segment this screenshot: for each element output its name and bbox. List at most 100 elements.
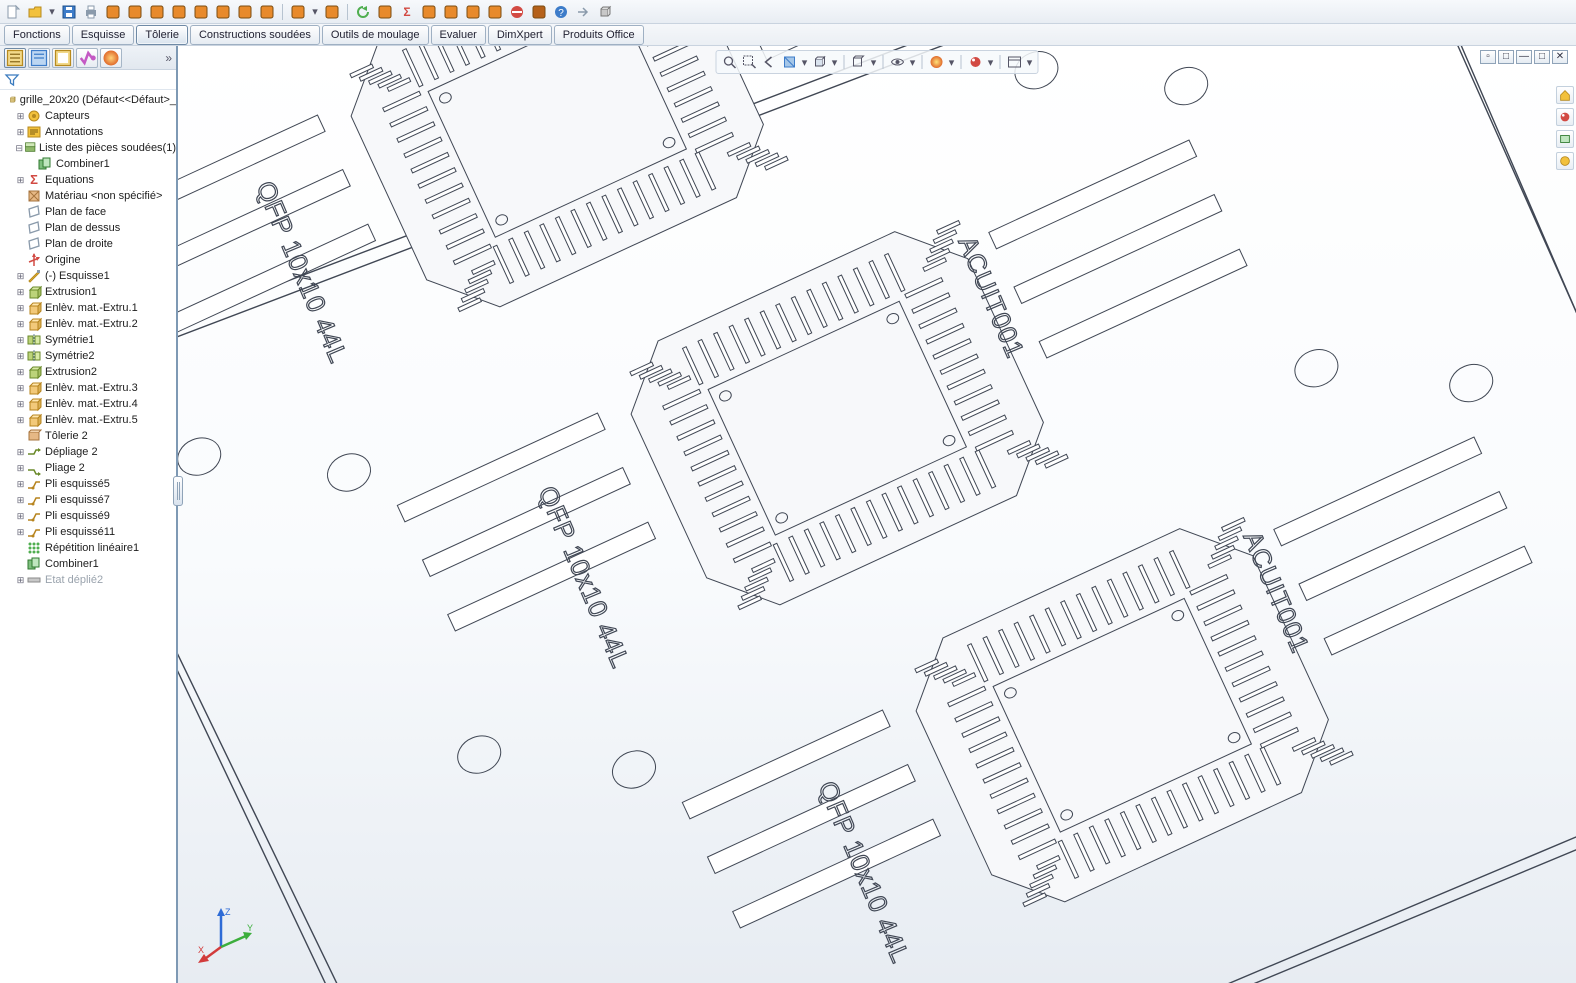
options-button[interactable] — [289, 3, 307, 21]
tree-toggle[interactable]: ⊞ — [15, 464, 26, 473]
prev-view-button[interactable] — [761, 53, 779, 71]
appearance-lib-taskpane-button[interactable] — [1556, 108, 1574, 126]
tree-item[interactable]: Plan de dessus — [11, 220, 176, 236]
scene-dropdown[interactable]: ▾ — [948, 56, 956, 69]
tab-constructions[interactable]: Constructions soudées — [190, 25, 320, 45]
tree-toggle[interactable]: ⊞ — [15, 416, 26, 425]
save-button[interactable] — [60, 3, 78, 21]
hide-show-dropdown[interactable]: ▾ — [909, 56, 917, 69]
scene-lib-taskpane-button[interactable] — [1556, 152, 1574, 170]
tree-item[interactable]: ⊞Enlèv. mat.-Extru.2 — [11, 316, 176, 332]
graphics-viewport[interactable]: ▾▾▾▾▾▾▾ ▫□—□✕ QFP 10x10 44L QFP 10x10 44… — [178, 46, 1576, 983]
arrow-button[interactable] — [574, 3, 592, 21]
tree-item[interactable]: ⊟Liste des pièces soudées(1) — [11, 140, 176, 156]
tree-item[interactable]: ⊞Annotations — [11, 124, 176, 140]
tree-item[interactable]: ⊞Pliage 2 — [11, 460, 176, 476]
tree-toggle[interactable]: ⊞ — [15, 384, 26, 393]
tree-toggle[interactable]: ⊞ — [15, 448, 26, 457]
panel-tab-property-mgr[interactable] — [28, 48, 50, 68]
tree-toggle[interactable]: ⊟ — [15, 144, 24, 153]
tab-dimxpert[interactable]: DimXpert — [488, 25, 552, 45]
cube0-button[interactable] — [596, 3, 614, 21]
tree-item[interactable]: Répétition linéaire1 — [11, 540, 176, 556]
open-doc-button[interactable] — [26, 3, 44, 21]
tree-toggle[interactable]: ⊞ — [15, 288, 26, 297]
tree-toggle[interactable]: ⊞ — [15, 576, 26, 585]
feature-tree[interactable]: grille_20x20 (Défaut<<Défaut>_⊞Capteurs⊞… — [0, 90, 176, 983]
tree-toggle[interactable]: ⊞ — [15, 128, 26, 137]
app-max-button[interactable]: □ — [1534, 50, 1550, 64]
splitter-handle[interactable] — [173, 476, 183, 506]
fillet-button[interactable] — [214, 3, 232, 21]
sketch-button[interactable] — [104, 3, 122, 21]
revolve-button[interactable] — [148, 3, 166, 21]
mass-button[interactable] — [442, 3, 460, 21]
tab-esquisse[interactable]: Esquisse — [72, 25, 135, 45]
appearance-button[interactable] — [967, 53, 985, 71]
tree-item[interactable]: Plan de face — [11, 204, 176, 220]
macro-button[interactable] — [323, 3, 341, 21]
tab-office[interactable]: Produits Office — [554, 25, 644, 45]
section-view-dropdown[interactable]: ▾ — [801, 56, 809, 69]
tree-item[interactable]: ⊞ΣEquations — [11, 172, 176, 188]
tree-item[interactable]: ⊞Enlèv. mat.-Extru.5 — [11, 412, 176, 428]
section-button[interactable] — [464, 3, 482, 21]
options-dropdown[interactable]: ▾ — [311, 5, 319, 18]
tree-toggle[interactable]: ⊞ — [15, 336, 26, 345]
zoom-area-button[interactable] — [741, 53, 759, 71]
tree-toggle[interactable]: ⊞ — [15, 272, 26, 281]
interference-button[interactable] — [486, 3, 504, 21]
tree-item[interactable]: ⊞Symétrie1 — [11, 332, 176, 348]
tab-tolerie[interactable]: Tôlerie — [136, 25, 188, 45]
new-doc-button[interactable] — [4, 3, 22, 21]
tree-item[interactable]: ⊞Extrusion2 — [11, 364, 176, 380]
tree-item[interactable]: ⊞(-) Esquisse1 — [11, 268, 176, 284]
tree-item[interactable]: Tôlerie 2 — [11, 428, 176, 444]
measure-button[interactable] — [420, 3, 438, 21]
tree-item[interactable]: Origine — [11, 252, 176, 268]
scene-button[interactable] — [928, 53, 946, 71]
loft-button[interactable] — [170, 3, 188, 21]
appearance-dropdown[interactable]: ▾ — [987, 56, 995, 69]
tree-item[interactable]: ⊞Pli esquissé11 — [11, 524, 176, 540]
app-min-button[interactable]: — — [1516, 50, 1532, 64]
panel-tab-config-mgr[interactable] — [52, 48, 74, 68]
tree-item[interactable]: ⊞Dépliage 2 — [11, 444, 176, 460]
doc-max-button[interactable]: □ — [1498, 50, 1514, 64]
display-style-dropdown[interactable]: ▾ — [870, 56, 878, 69]
equations-button[interactable]: Σ — [398, 3, 416, 21]
tab-moulage[interactable]: Outils de moulage — [322, 25, 429, 45]
chamfer-button[interactable] — [236, 3, 254, 21]
doc-restore-button[interactable]: ▫ — [1480, 50, 1496, 64]
tree-item[interactable]: ⊞Etat déplié2 — [11, 572, 176, 588]
tree-toggle[interactable]: ⊞ — [15, 352, 26, 361]
app-close-button[interactable]: ✕ — [1552, 50, 1568, 64]
tree-item[interactable]: ⊞Symétrie2 — [11, 348, 176, 364]
tree-toggle[interactable]: ⊞ — [15, 320, 26, 329]
no-entry-button[interactable] — [508, 3, 526, 21]
tree-toggle[interactable]: ⊞ — [15, 512, 26, 521]
tree-toggle[interactable]: ⊞ — [15, 480, 26, 489]
rebuild-button[interactable] — [354, 3, 372, 21]
tree-item[interactable]: ⊞Pli esquissé7 — [11, 492, 176, 508]
tree-root[interactable]: grille_20x20 (Défaut<<Défaut>_ — [0, 92, 176, 108]
home-taskpane-button[interactable] — [1556, 86, 1574, 104]
panel-tab-display-mgr[interactable] — [100, 48, 122, 68]
hole-button[interactable] — [192, 3, 210, 21]
panel-tab-feature-tree[interactable] — [4, 48, 26, 68]
tree-toggle[interactable]: ⊞ — [15, 112, 26, 121]
orientation-triad[interactable]: Z Y X — [196, 905, 256, 965]
tree-item[interactable]: Plan de droite — [11, 236, 176, 252]
tab-evaluer[interactable]: Evaluer — [431, 25, 486, 45]
panel-tab-dimxpert-mgr[interactable] — [76, 48, 98, 68]
tree-toggle[interactable]: ⊞ — [15, 400, 26, 409]
doc-props-button[interactable] — [376, 3, 394, 21]
view-settings-button[interactable] — [1006, 53, 1024, 71]
view-settings-dropdown[interactable]: ▾ — [1026, 56, 1034, 69]
tree-toggle[interactable]: ⊞ — [15, 304, 26, 313]
tree-item[interactable]: ⊞Enlèv. mat.-Extru.1 — [11, 300, 176, 316]
tree-toggle[interactable]: ⊞ — [15, 176, 26, 185]
tree-item[interactable]: Matériau <non spécifié> — [11, 188, 176, 204]
expand-panel-icon[interactable]: » — [165, 51, 172, 65]
decal-taskpane-button[interactable] — [1556, 130, 1574, 148]
